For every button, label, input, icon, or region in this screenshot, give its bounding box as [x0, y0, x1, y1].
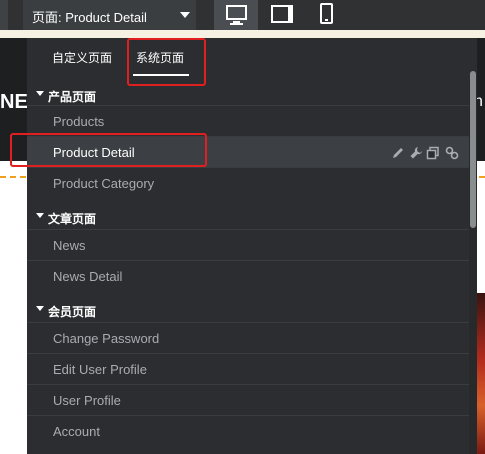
brand-text-fragment: NE — [0, 91, 28, 113]
list-item-label: News — [53, 238, 86, 253]
list-item-product-category[interactable]: Product Category — [27, 167, 469, 198]
scrollbar-thumb[interactable] — [470, 71, 476, 228]
list-item-label: Products — [53, 114, 105, 129]
page-type-tabs: 自定义页面 系统页面 — [27, 38, 477, 80]
page-select-label: 页面: Product Detail — [32, 10, 147, 25]
list-item-label: User Profile — [53, 393, 121, 408]
mobile-icon — [320, 3, 333, 24]
list-item-label: Product Category — [53, 176, 155, 191]
list-item-change-password[interactable]: Change Password — [27, 322, 469, 353]
tablet-view-button[interactable] — [262, 0, 306, 30]
list-item-news-detail[interactable]: News Detail — [27, 260, 469, 291]
page-top-strip — [0, 30, 485, 38]
list-item-user-profile[interactable]: User Profile — [27, 384, 469, 415]
tablet-icon — [271, 5, 293, 23]
group-title: 会员页面 — [48, 305, 97, 319]
edit-icon[interactable] — [391, 146, 405, 160]
list-item-news[interactable]: News — [27, 229, 469, 260]
list-item-edit-user-profile[interactable]: Edit User Profile — [27, 353, 469, 384]
highlight-box-product-detail — [10, 133, 207, 167]
chevron-down-icon — [36, 213, 44, 218]
settings-icon[interactable] — [409, 146, 423, 160]
left-stub — [0, 0, 8, 30]
list-item-products[interactable]: Products — [27, 105, 469, 136]
desktop-view-button[interactable] — [214, 0, 258, 30]
list-item-label: Account — [53, 424, 100, 439]
page-selector-panel: 自定义页面 系统页面 产品页面 Products Product Detail — [27, 38, 477, 454]
group-title: 产品页面 — [48, 90, 97, 104]
copy-icon[interactable] — [426, 146, 440, 160]
caret-down-icon — [180, 12, 190, 18]
mobile-view-button[interactable] — [306, 0, 350, 30]
tab-custom-pages[interactable]: 自定义页面 — [52, 49, 112, 66]
desktop-icon — [226, 5, 247, 25]
top-toolbar: 页面: Product Detail — [0, 0, 485, 30]
list-item-label: Change Password — [53, 331, 160, 346]
page-select-dropdown[interactable]: 页面: Product Detail — [23, 0, 196, 30]
link-icon[interactable] — [445, 146, 459, 160]
list-item-label: News Detail — [53, 269, 123, 284]
chevron-down-icon — [36, 306, 44, 311]
list-item-label: Edit User Profile — [53, 362, 147, 377]
highlight-box-system-tab — [127, 38, 206, 86]
list-item-account[interactable]: Account — [27, 415, 469, 446]
chevron-down-icon — [36, 91, 44, 96]
group-title: 文章页面 — [48, 212, 97, 226]
